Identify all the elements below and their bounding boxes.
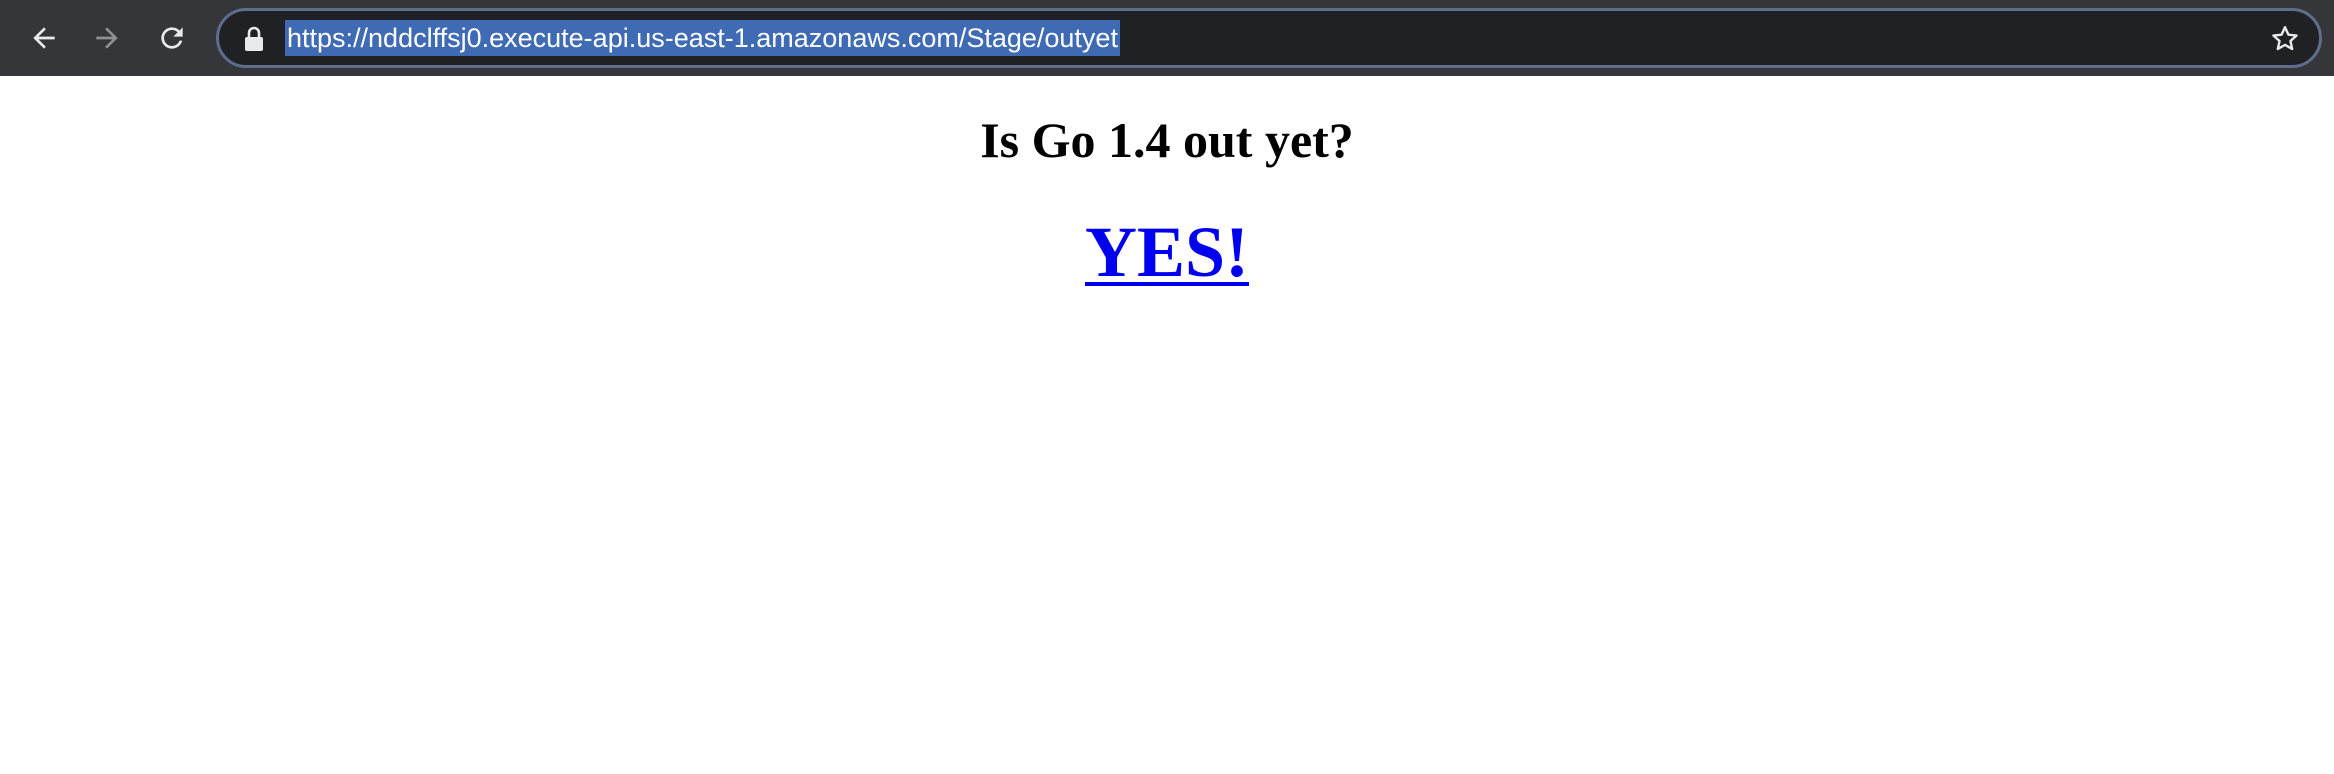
page-question: Is Go 1.4 out yet? bbox=[980, 112, 1354, 168]
back-button[interactable] bbox=[20, 14, 68, 62]
lock-icon[interactable] bbox=[243, 26, 265, 52]
reload-icon bbox=[161, 27, 183, 49]
answer-link[interactable]: YES! bbox=[1085, 212, 1249, 292]
forward-button[interactable] bbox=[83, 14, 131, 62]
reload-button[interactable] bbox=[148, 14, 196, 62]
star-icon[interactable] bbox=[2269, 23, 2301, 55]
url-text[interactable]: https://nddclffsj0.execute-api.us-east-1… bbox=[285, 20, 1120, 56]
arrow-right-icon bbox=[96, 27, 118, 49]
arrow-left-icon bbox=[33, 27, 55, 49]
answer-heading: YES! bbox=[0, 209, 2334, 295]
address-bar[interactable]: https://nddclffsj0.execute-api.us-east-1… bbox=[216, 8, 2322, 68]
browser-toolbar: https://nddclffsj0.execute-api.us-east-1… bbox=[0, 0, 2334, 76]
page-content: Is Go 1.4 out yet? YES! bbox=[0, 76, 2334, 774]
